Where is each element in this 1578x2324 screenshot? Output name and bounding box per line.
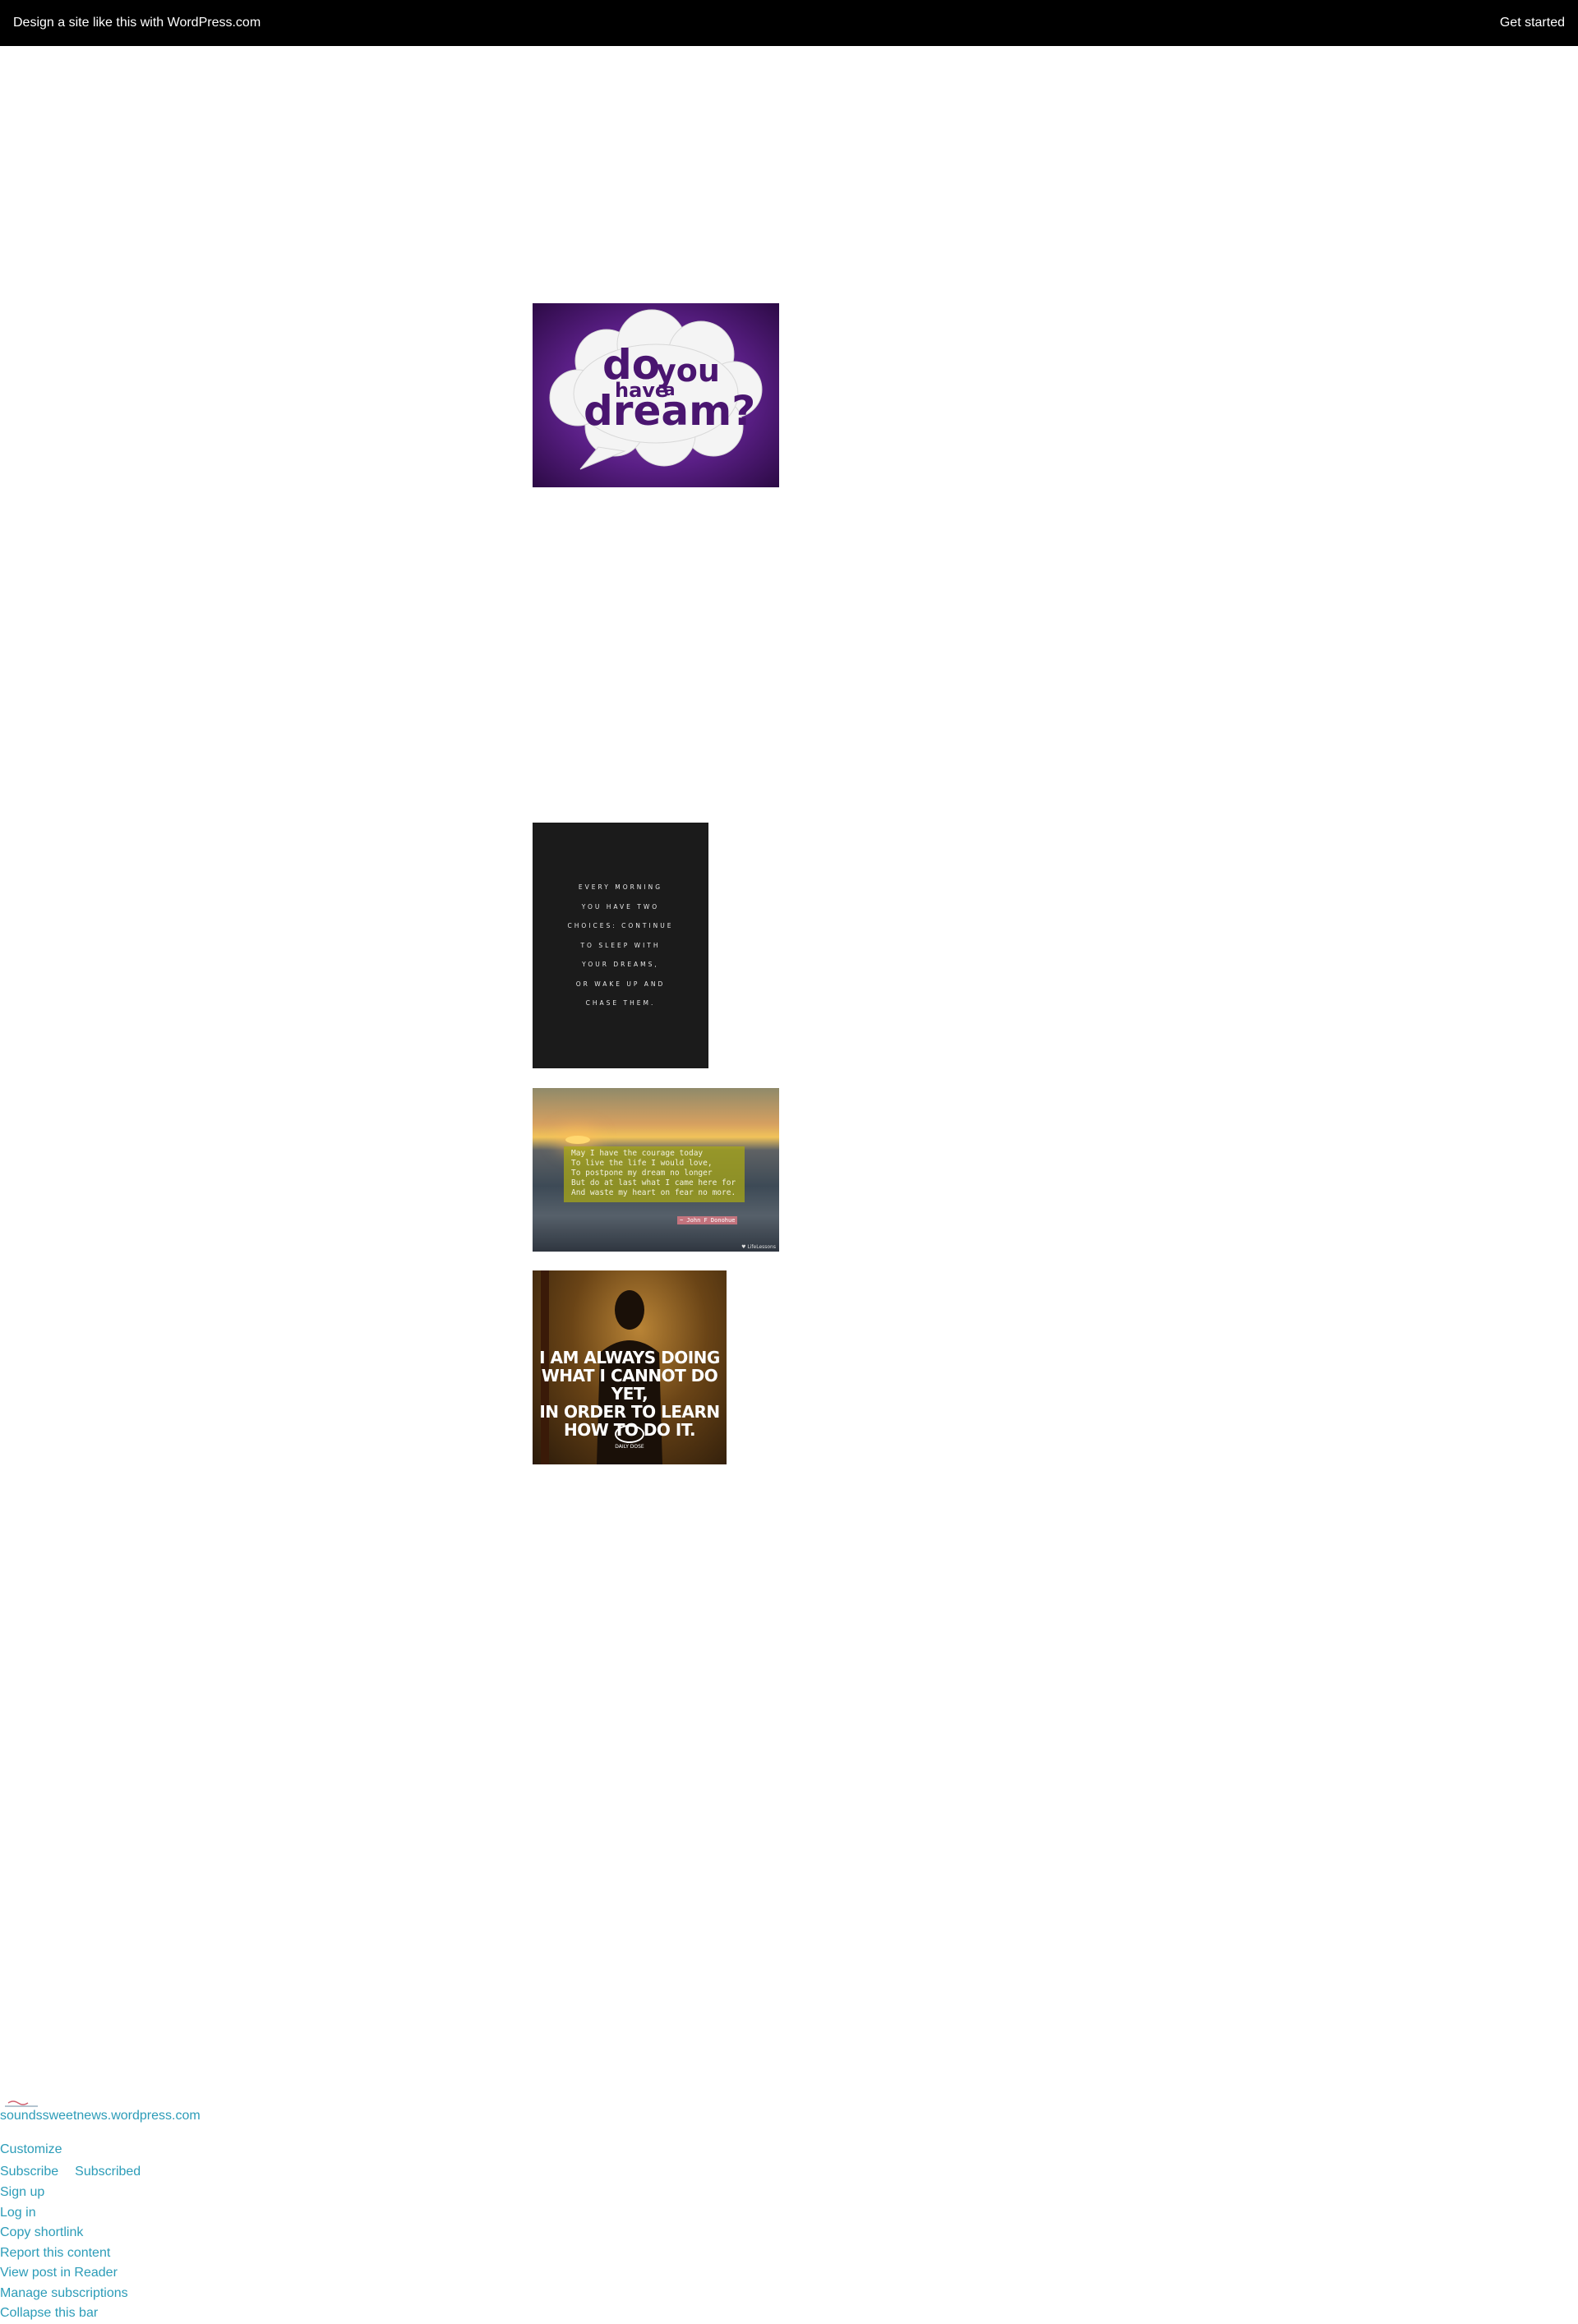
quote-line: May I have the courage today <box>571 1149 704 1158</box>
sunset-quote-image[interactable]: May I have the courage today To live the… <box>533 1088 779 1252</box>
sunset-quote-box: May I have the courage today To live the… <box>564 1146 745 1202</box>
caption-line: I AM ALWAYS DOING <box>539 1348 720 1367</box>
report-content-link[interactable]: Report this content <box>0 2243 128 2264</box>
quote-line: YOUR DREAMS, <box>582 961 659 969</box>
morning-quote-image[interactable]: EVERY MORNING YOU HAVE TWO CHOICES: CONT… <box>533 823 708 1068</box>
quote-line: YOU HAVE TWO <box>581 902 660 911</box>
dream-cloud-graphic: do you have a dream? <box>549 309 763 470</box>
log-in-link[interactable]: Log in <box>0 2203 128 2224</box>
wpcom-banner: Design a site like this with WordPress.c… <box>0 0 1578 46</box>
manage-subscriptions-link[interactable]: Manage subscriptions <box>0 2284 128 2304</box>
subscribe-button[interactable]: Subscribe <box>0 2162 58 2182</box>
caption-line: IN ORDER TO LEARN <box>539 1402 720 1422</box>
dream-word-dream: dream? <box>584 387 755 435</box>
quote-line: OR WAKE UP AND <box>575 980 666 988</box>
actions-menu: Sign up Log in Copy shortlink Report thi… <box>0 2183 128 2324</box>
view-in-reader-link[interactable]: View post in Reader <box>0 2263 128 2284</box>
caption-line: WHAT I CANNOT DO YET, <box>541 1366 718 1404</box>
sun-graphic <box>565 1136 590 1144</box>
quote-line: And waste my heart on fear no more. <box>571 1188 736 1197</box>
subscribe-row: Subscribe Subscribed <box>0 2162 141 2182</box>
sign-up-link[interactable]: Sign up <box>0 2183 128 2203</box>
customize-link[interactable]: Customize <box>0 2140 62 2160</box>
quote-line: EVERY MORNING <box>578 883 663 892</box>
quote-line: To live the life I would love, <box>571 1159 713 1168</box>
collapse-bar-link[interactable]: Collapse this bar <box>0 2303 128 2324</box>
subscribed-button[interactable]: Subscribed <box>75 2162 141 2182</box>
copy-shortlink-link[interactable]: Copy shortlink <box>0 2223 128 2243</box>
get-started-link[interactable]: Get started <box>1500 16 1565 30</box>
quote-line: But do at last what I came here for <box>571 1178 736 1187</box>
quote-author: ~ John F Donohue <box>677 1216 738 1224</box>
daily-dose-logo-text: DAILY DOSE <box>615 1444 644 1450</box>
quote-line: CHOICES: CONTINUE <box>567 922 674 930</box>
image-watermark: ♥ LifeLessons <box>741 1244 776 1250</box>
quote-line: TO SLEEP WITH <box>580 941 661 949</box>
quote-line: CHASE THEM. <box>585 999 656 1008</box>
design-site-link[interactable]: Design a site like this with WordPress.c… <box>13 16 261 30</box>
quote-line: To postpone my dream no longer <box>571 1169 713 1178</box>
always-doing-image[interactable]: I AM ALWAYS DOING WHAT I CANNOT DO YET, … <box>533 1270 727 1464</box>
dream-image[interactable]: do you have a dream? <box>533 303 779 487</box>
daily-dose-logo-icon <box>615 1425 644 1443</box>
site-url-link[interactable]: soundssweetnews.wordpress.com <box>0 2106 201 2126</box>
